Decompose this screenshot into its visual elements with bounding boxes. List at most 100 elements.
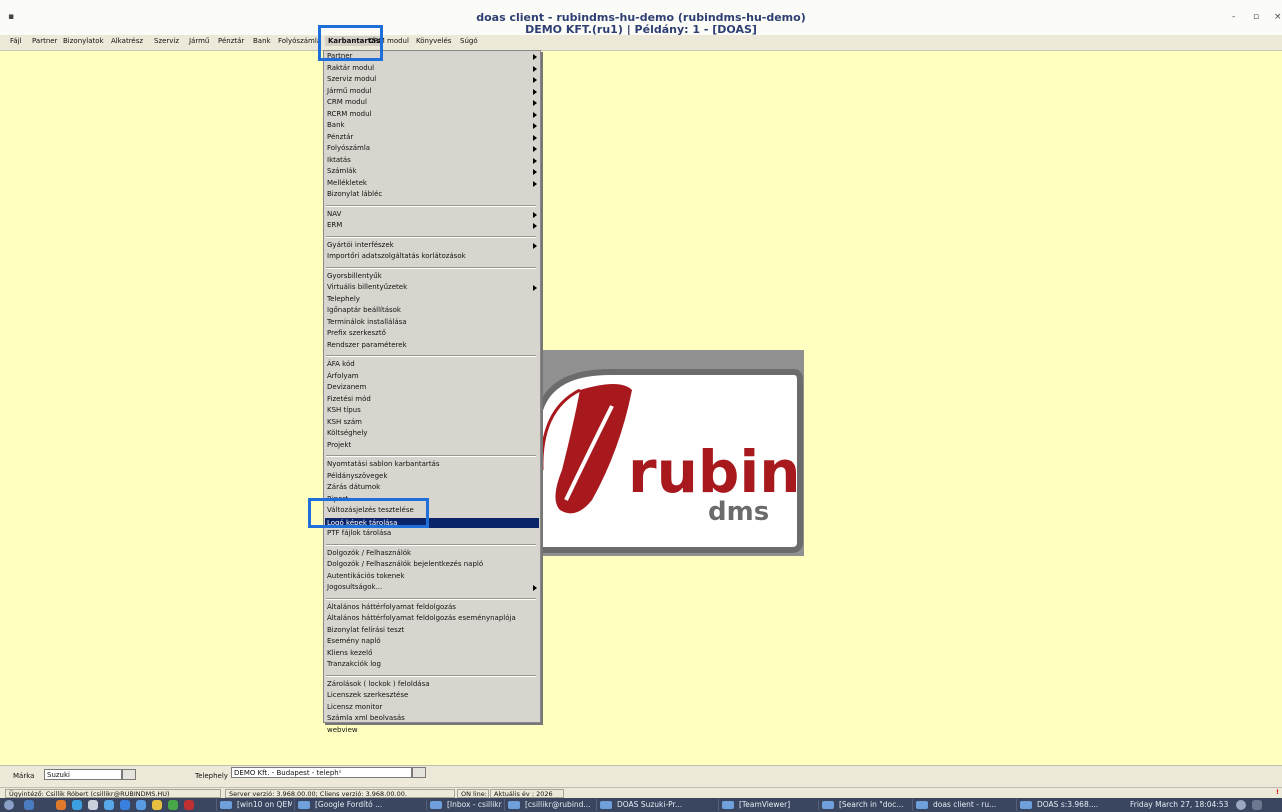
menu-penztar[interactable]: Pénztár (218, 37, 244, 45)
submenu-arrow-icon (533, 157, 537, 164)
firefox-icon[interactable] (56, 800, 66, 810)
menu-item-zárolások-lockok-feloldása[interactable]: Zárolások ( lockok ) feloldása (327, 680, 430, 688)
menu-item-ptf-fájlok-tárolása[interactable]: PTF fájlok tárolása (327, 529, 391, 537)
chrome-icon[interactable] (120, 800, 130, 810)
menu-item-devizanem[interactable]: Devizanem (327, 383, 366, 391)
menu-item-általános-háttérfolyamat-feldolgozás[interactable]: Általános háttérfolyamat feldolgozás (327, 603, 456, 611)
menu-item-nav[interactable]: NAV (327, 210, 341, 218)
taskbar-button[interactable]: [win10 on QEM... (216, 799, 292, 811)
menu-bizonylatok[interactable]: Bizonylatok (63, 37, 104, 45)
menu-partner[interactable]: Partner (32, 37, 57, 45)
taskbar-button[interactable]: [Search in "doc... (818, 799, 910, 811)
menu-item-mellékletek[interactable]: Mellékletek (327, 179, 367, 187)
telephely-dropdown-button[interactable] (412, 767, 426, 778)
menu-item-nyomtatási-sablon-karbantartás[interactable]: Nyomtatási sablon karbantartás (327, 460, 440, 468)
files-icon[interactable] (88, 800, 98, 810)
marka-dropdown-button[interactable] (122, 769, 136, 780)
menu-item-terminálok-installálása[interactable]: Terminálok installálása (327, 318, 407, 326)
telephely-field[interactable]: DEMO Kft. - Budapest - telephˢ (231, 767, 412, 778)
menu-item-pénztár[interactable]: Pénztár (327, 133, 353, 141)
menu-konyveles[interactable]: Könyvelés (416, 37, 451, 45)
menu-item-dolgozók-felhasználók-bejelentkezés-napló[interactable]: Dolgozók / Felhasználók bejelentkezés na… (327, 560, 483, 568)
menu-item-projekt[interactable]: Projekt (327, 441, 351, 449)
menu-item-bizonylat-felírási-teszt[interactable]: Bizonylat felírási teszt (327, 626, 404, 634)
taskbar-button[interactable]: DOAS s:3.968.... (1016, 799, 1104, 811)
editor-icon[interactable] (136, 800, 146, 810)
start-menu-icon[interactable] (4, 800, 14, 810)
menu-item-rcrm-modul[interactable]: RCRM modul (327, 110, 371, 118)
close-icon[interactable]: × (1274, 12, 1282, 22)
menu-item-jármű-modul[interactable]: Jármű modul (327, 87, 372, 95)
menu-item-ksh-szám[interactable]: KSH szám (327, 418, 362, 426)
menu-item-autentikációs-tokenek[interactable]: Autentikációs tokenek (327, 572, 405, 580)
menu-item-folyószámla[interactable]: Folyószámla (327, 144, 370, 152)
menu-item-zárás-dátumok[interactable]: Zárás dátumok (327, 483, 380, 491)
menu-item-gyártói-interfészek[interactable]: Gyártói interfészek (327, 241, 394, 249)
highlight-box-menu (318, 25, 383, 61)
pdf-icon[interactable] (184, 800, 194, 810)
app-icon (430, 801, 442, 809)
menu-item-iktatás[interactable]: Iktatás (327, 156, 351, 164)
menu-item-tranzakciók-log[interactable]: Tranzakciók log (327, 660, 381, 668)
taskbar-button[interactable]: doas client - ru... (912, 799, 1014, 811)
menu-item-költséghely[interactable]: Költséghely (327, 429, 367, 437)
menu-item-virtuális-billentyűzetek[interactable]: Virtuális billentyűzetek (327, 283, 407, 291)
taskbar-button-label: [win10 on QEM... (237, 800, 292, 809)
submenu-arrow-icon (533, 65, 537, 72)
menu-item-példányszövegek[interactable]: Példányszövegek (327, 472, 387, 480)
menu-item-szerviz-modul[interactable]: Szerviz modul (327, 75, 376, 83)
menu-item-kliens-kezelő[interactable]: Kliens kezelő (327, 649, 372, 657)
menu-item-árfolyam[interactable]: Árfolyam (327, 372, 359, 380)
taskbar-button[interactable]: [Inbox - csillikr... (426, 799, 502, 811)
menu-folyoszamla[interactable]: Folyószámla (278, 37, 321, 45)
desktop-icon[interactable] (24, 800, 34, 810)
menu-item-prefix-szerkesztő[interactable]: Prefix szerkesztő (327, 329, 386, 337)
menu-fajl[interactable]: Fájl (10, 37, 22, 45)
menu-item-bank[interactable]: Bank (327, 121, 345, 129)
network-tray-icon[interactable] (1252, 800, 1262, 810)
menu-item-rendszer-paraméterek[interactable]: Rendszer paraméterek (327, 341, 407, 349)
menu-szerviz[interactable]: Szerviz (154, 37, 179, 45)
marka-field[interactable]: Suzuki (44, 769, 122, 780)
app-icon (1020, 801, 1032, 809)
taskbar-button[interactable]: [TeamViewer] (718, 799, 816, 811)
menu-item-esemény-napló[interactable]: Esemény napló (327, 637, 381, 645)
submenu-arrow-icon (533, 88, 537, 95)
menu-sugo[interactable]: Súgó (460, 37, 478, 45)
menu-item-crm-modul[interactable]: CRM modul (327, 98, 367, 106)
menu-item-számla-xml-beolvasás[interactable]: Számla xml beolvasás (327, 714, 405, 722)
submenu-arrow-icon (533, 134, 537, 141)
menu-item-jogosultságok[interactable]: Jogosultságok... (327, 583, 382, 591)
sheet-icon[interactable] (168, 800, 178, 810)
menu-item-általános-háttérfolyamat-feldolgozás-eseménynaplója[interactable]: Általános háttérfolyamat feldolgozás ese… (327, 614, 516, 622)
user-tray-icon[interactable] (1236, 800, 1246, 810)
menu-item-webview[interactable]: webview (327, 726, 358, 734)
submenu-arrow-icon (533, 285, 537, 291)
menu-item-raktár-modul[interactable]: Raktár modul (327, 64, 374, 72)
menu-item-áfa-kód[interactable]: ÁFA kód (327, 360, 355, 368)
menu-item-telephely[interactable]: Telephely (327, 295, 360, 303)
menu-bank[interactable]: Bank (253, 37, 271, 45)
browser-icon[interactable] (104, 800, 114, 810)
menu-item-importőri-adatszolgáltatás-korlátozások[interactable]: Importőri adatszolgáltatás korlátozások (327, 252, 466, 260)
menu-item-erm[interactable]: ERM (327, 221, 342, 229)
menu-item-fizetési-mód[interactable]: Fizetési mód (327, 395, 371, 403)
menu-item-számlák[interactable]: Számlák (327, 167, 357, 175)
menu-item-bizonylat-lábléc[interactable]: Bizonylat lábléc (327, 190, 382, 198)
notes-icon[interactable] (152, 800, 162, 810)
menu-item-igőnaptár-beállítások[interactable]: Igőnaptár beállítások (327, 306, 401, 314)
menu-item-ksh-típus[interactable]: KSH típus (327, 406, 361, 414)
minimize-icon[interactable]: - (1232, 12, 1235, 22)
menu-item-gyorsbillentyűk[interactable]: Gyorsbillentyűk (327, 272, 382, 280)
thunderbird-icon[interactable] (72, 800, 82, 810)
taskbar-button[interactable]: [csillikr@rubind... (504, 799, 594, 811)
maximize-icon[interactable]: ▫ (1253, 12, 1259, 22)
taskbar-button-label: [TeamViewer] (739, 800, 791, 809)
taskbar-button[interactable]: [Google Fordító ... (294, 799, 422, 811)
menu-item-licenszek-szerkesztése[interactable]: Licenszek szerkesztése (327, 691, 408, 699)
menu-jarmu[interactable]: Jármű (189, 37, 209, 45)
menu-item-dolgozók-felhasználók[interactable]: Dolgozók / Felhasználók (327, 549, 411, 557)
menu-alkatresz[interactable]: Alkatrész (111, 37, 143, 45)
menu-item-licensz-monitor[interactable]: Licensz monitor (327, 703, 382, 711)
taskbar-button[interactable]: DOAS Suzuki-Pr... (596, 799, 716, 811)
